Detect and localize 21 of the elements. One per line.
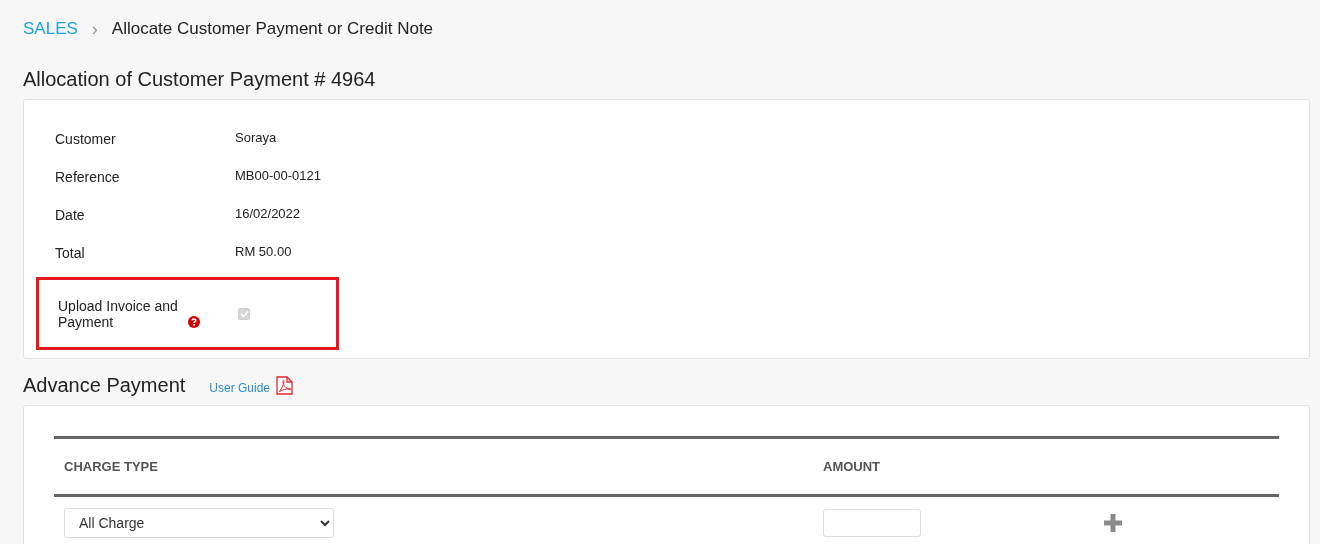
add-button[interactable] xyxy=(1103,513,1123,533)
field-label: Date xyxy=(55,207,86,223)
field-value: Soraya xyxy=(235,129,277,145)
field-value: RM 50.00 xyxy=(235,243,292,259)
amount-field[interactable] xyxy=(823,509,921,537)
column-header: AMOUNT xyxy=(823,459,881,474)
field-label: Upload Invoice and Payment xyxy=(58,297,179,330)
column-header: CHARGE TYPE xyxy=(63,459,159,474)
field-label: Total xyxy=(55,245,86,261)
pdf-icon[interactable] xyxy=(276,376,294,395)
field-value: 16/02/2022 xyxy=(235,205,301,221)
field-label: Customer xyxy=(55,131,117,147)
section-title: Allocation of Customer Payment # 4964 xyxy=(23,68,377,91)
charge-type-select[interactable]: All Charge xyxy=(64,508,334,538)
field-value: MB00-00-0121 xyxy=(235,167,321,183)
user-guide-link[interactable]: User Guide xyxy=(209,380,271,395)
section-title: Advance Payment xyxy=(23,374,186,397)
page-title: Allocate Customer Payment or Credit Note xyxy=(111,19,434,39)
breadcrumb-link[interactable]: SALES xyxy=(23,19,78,39)
field-label: Reference xyxy=(55,169,121,185)
breadcrumb-separator: › xyxy=(91,18,98,40)
